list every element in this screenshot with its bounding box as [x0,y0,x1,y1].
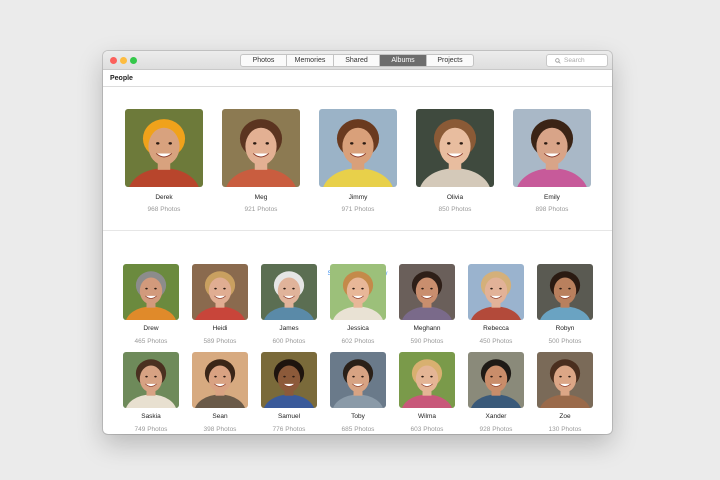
person-photo[interactable] [399,352,455,408]
person-photo[interactable] [468,264,524,320]
person-photo[interactable] [330,264,386,320]
person-name: Sean [212,413,228,420]
person-photo-count: 685 Photos [341,426,375,433]
minimize-button[interactable] [120,57,127,64]
photos-window: Photos Memories Shared Albums Projects S… [103,51,612,434]
person-photo[interactable] [192,352,248,408]
person-photo[interactable] [468,352,524,408]
person-name: Derek [155,194,173,201]
person-photo[interactable] [261,264,317,320]
search-field[interactable]: Search [546,54,608,67]
person-name: Saskia [141,413,161,420]
tab-albums[interactable]: Albums [380,55,427,66]
person-photo[interactable] [330,352,386,408]
person-photo-count: 921 Photos [244,206,278,213]
person-name: James [279,325,299,332]
person-photo[interactable] [261,352,317,408]
person-photo-count: 465 Photos [134,338,168,345]
person-photo[interactable] [319,109,397,187]
person-name: Meg [254,194,268,201]
close-button[interactable] [110,57,117,64]
person-name: Rebecca [483,325,509,332]
tab-shared[interactable]: Shared [334,55,380,66]
person-photo-count: 450 Photos [479,338,513,345]
person-name: Samuel [277,413,301,420]
person-name: Drew [143,325,159,332]
section-divider [103,230,612,231]
tab-projects[interactable]: Projects [427,55,473,66]
person-name: Wilma [417,413,437,420]
person-photo[interactable] [416,109,494,187]
people-grid: Show Favorites Only Derek968 PhotosMeg92… [103,87,612,433]
person-name: Emily [544,194,560,201]
person-photo-count: 971 Photos [341,206,375,213]
person-photo-count: 600 Photos [272,338,306,345]
person-photo-count: 776 Photos [272,426,306,433]
person-photo-count: 968 Photos [147,206,181,213]
person-photo-count: 590 Photos [410,338,444,345]
zoom-button[interactable] [130,57,137,64]
person-photo-count: 749 Photos [134,426,168,433]
person-photo[interactable] [123,264,179,320]
person-photo[interactable] [399,264,455,320]
person-name: Jimmy [348,194,368,201]
person-photo[interactable] [537,352,593,408]
person-name: Zoe [559,413,571,420]
person-name: Heidi [212,325,228,332]
person-name: Jessica [347,325,369,332]
person-photo[interactable] [513,109,591,187]
person-photo[interactable] [125,109,203,187]
search-icon [555,57,561,64]
person-name: Xander [485,413,507,420]
person-photo-count: 898 Photos [535,206,569,213]
person-photo-count: 398 Photos [203,426,237,433]
person-name: Toby [351,413,365,420]
person-photo-count: 850 Photos [438,206,472,213]
section-header: People [103,70,612,87]
person-photo-count: 602 Photos [341,338,375,345]
person-photo-count: 130 Photos [548,426,582,433]
person-photo[interactable] [123,352,179,408]
section-title: People [110,74,133,82]
person-name: Robyn [555,325,575,332]
person-photo-count: 603 Photos [410,426,444,433]
person-photo-count: 928 Photos [479,426,513,433]
person-name: Meghann [413,325,441,332]
title-bar: Photos Memories Shared Albums Projects S… [103,51,612,70]
person-photo[interactable] [222,109,300,187]
person-photo[interactable] [537,264,593,320]
person-photo-count: 500 Photos [548,338,582,345]
person-photo-count: 589 Photos [203,338,237,345]
person-photo[interactable] [192,264,248,320]
tab-photos[interactable]: Photos [241,55,287,66]
view-tabs: Photos Memories Shared Albums Projects [240,54,474,67]
tab-memories[interactable]: Memories [287,55,334,66]
search-placeholder: Search [564,57,585,64]
person-name: Olivia [446,194,464,201]
